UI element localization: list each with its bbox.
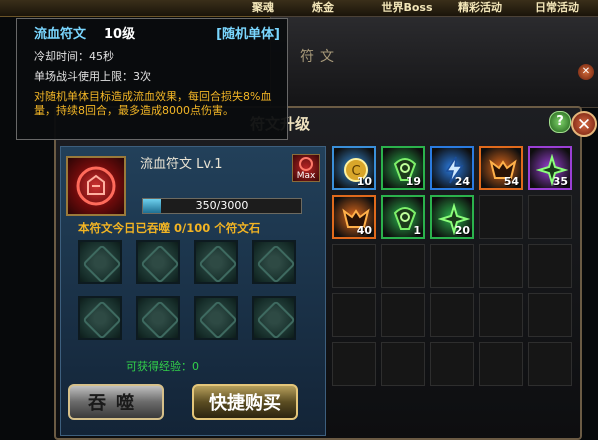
tooltip-rune-name: 流血符文: [34, 27, 87, 42]
close-icon[interactable]: ✕: [578, 64, 594, 80]
tab-soul[interactable]: 聚魂: [238, 0, 288, 16]
inventory-rune-8[interactable]: 20: [430, 195, 474, 239]
fodder-slot[interactable]: [252, 240, 296, 284]
inventory-rune-6[interactable]: 40: [332, 195, 376, 239]
max-label: Max: [296, 171, 316, 181]
inventory-rune-3[interactable]: 24: [430, 146, 474, 190]
top-tab-bar: 聚魂 炼金 世界Boss 精彩活动 日常活动: [0, 0, 598, 17]
bleed-rune-icon: [66, 156, 126, 216]
tooltip-description: 对随机单体目标造成流血效果，每回合损失8%血量，持续8回合，最多造成8000点伤…: [34, 90, 272, 117]
fodder-slot[interactable]: [78, 240, 122, 284]
inventory-slot[interactable]: [528, 244, 572, 288]
inventory-slot[interactable]: [332, 244, 376, 288]
inventory-rune-7[interactable]: 1: [381, 195, 425, 239]
rune-count: 19: [405, 175, 421, 188]
inventory-slot[interactable]: [528, 195, 572, 239]
rune-count: 54: [503, 175, 519, 188]
inventory-slot[interactable]: [479, 244, 523, 288]
tab-daily[interactable]: 日常活动: [526, 0, 588, 16]
inventory-slot[interactable]: [479, 293, 523, 337]
inventory-slot[interactable]: [381, 244, 425, 288]
inventory-rune-1[interactable]: C 10: [332, 146, 376, 190]
inventory-rune-5[interactable]: 35: [528, 146, 572, 190]
fodder-slot[interactable]: [136, 240, 180, 284]
rune-count: 10: [356, 175, 372, 188]
tab-world-boss[interactable]: 世界Boss: [372, 0, 442, 16]
inventory-slot[interactable]: [479, 195, 523, 239]
exp-progress-text: 350/3000: [195, 199, 249, 212]
inventory-slot[interactable]: [430, 244, 474, 288]
tab-alchemy[interactable]: 炼金: [298, 0, 348, 16]
inventory-slot[interactable]: [332, 293, 376, 337]
fodder-slot[interactable]: [194, 240, 238, 284]
tooltip-target-type: [随机单体]: [216, 27, 280, 42]
inventory-slot[interactable]: [528, 293, 572, 337]
inventory-slot[interactable]: [430, 342, 474, 386]
inventory-slot[interactable]: [430, 293, 474, 337]
inventory-slot[interactable]: [381, 293, 425, 337]
quick-buy-button[interactable]: 快捷购买: [192, 384, 298, 420]
rune-count: 20: [454, 224, 470, 237]
tooltip-cooldown: 冷却时间：45秒: [34, 50, 114, 63]
inventory-slot[interactable]: [381, 342, 425, 386]
inventory-slot[interactable]: [332, 342, 376, 386]
fodder-slot[interactable]: [194, 296, 238, 340]
daily-devour-info: 本符文今日已吞噬 0/100 个符文石: [78, 221, 261, 235]
devour-button[interactable]: 吞噬: [68, 384, 164, 420]
inventory-rune-2[interactable]: 19: [381, 146, 425, 190]
rune-count: 1: [413, 224, 421, 237]
inventory-rune-4[interactable]: 54: [479, 146, 523, 190]
fodder-slot[interactable]: [78, 296, 122, 340]
rune-name-level: 流血符文 Lv.1: [140, 157, 223, 172]
tooltip-rune-level: 10级: [104, 27, 136, 42]
rune-count: 24: [454, 175, 470, 188]
rune-count: 40: [356, 224, 372, 237]
rune-window-title: 符文: [300, 49, 340, 65]
tab-events[interactable]: 精彩活动: [450, 0, 510, 16]
fodder-slot[interactable]: [136, 296, 180, 340]
tooltip-usage-limit: 单场战斗使用上限：3次: [34, 70, 151, 83]
inventory-slot[interactable]: [479, 342, 523, 386]
rune-count: 35: [552, 175, 568, 188]
fodder-slot[interactable]: [252, 296, 296, 340]
help-button[interactable]: ?: [549, 111, 571, 133]
close-button[interactable]: ✕: [571, 111, 597, 137]
inventory-slot[interactable]: [528, 342, 572, 386]
exp-gain-text: 可获得经验：0: [126, 360, 199, 373]
